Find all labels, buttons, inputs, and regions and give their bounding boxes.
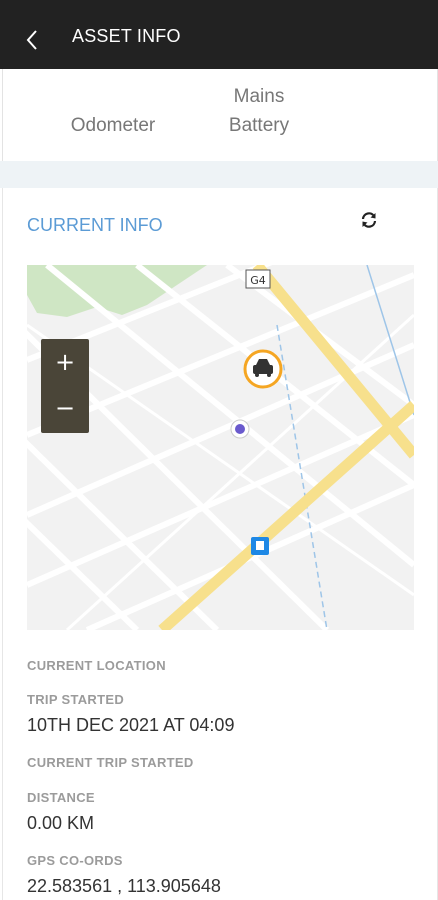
- map-canvas: G4: [27, 265, 414, 630]
- zoom-in-button[interactable]: +: [41, 339, 89, 385]
- transit-stop-icon: [251, 537, 269, 555]
- current-info-title: CURRENT INFO: [27, 215, 163, 235]
- mains-battery-line2: Battery: [228, 115, 290, 136]
- road-marker: G4: [250, 274, 266, 287]
- mains-battery-line1: Mains: [233, 86, 285, 107]
- chevron-left-icon: [26, 30, 37, 50]
- current-info-card: CURRENT INFO G4 + − CURRENT LOCATION TRI…: [2, 188, 438, 900]
- stats-card: Odometer Mains Battery: [2, 69, 438, 161]
- trip-started-label: TRIP STARTED: [27, 692, 125, 707]
- section-divider: [0, 161, 438, 188]
- location-map[interactable]: G4 + −: [27, 265, 414, 630]
- zoom-control: + −: [41, 339, 89, 433]
- refresh-button[interactable]: [357, 208, 381, 232]
- back-button[interactable]: [14, 22, 50, 58]
- distance-label: DISTANCE: [27, 790, 95, 805]
- current-trip-started-label: CURRENT TRIP STARTED: [27, 755, 194, 770]
- gps-value: 22.583561 , 113.905648: [27, 876, 221, 896]
- distance-value: 0.00 KM: [27, 813, 95, 833]
- gps-label: GPS CO-ORDS: [27, 853, 123, 868]
- zoom-out-button[interactable]: −: [41, 385, 89, 431]
- car-icon: [243, 349, 283, 389]
- app-bar: ASSET INFO: [0, 0, 438, 69]
- odometer-label: Odometer: [70, 115, 156, 136]
- mains-battery-label: Mains Battery: [199, 82, 319, 140]
- page-title: ASSET INFO: [72, 26, 181, 46]
- refresh-icon: [361, 212, 377, 228]
- current-location-label: CURRENT LOCATION: [27, 658, 166, 673]
- trip-started-value: 10TH DEC 2021 AT 04:09: [27, 715, 235, 735]
- poi-icon: [230, 419, 250, 439]
